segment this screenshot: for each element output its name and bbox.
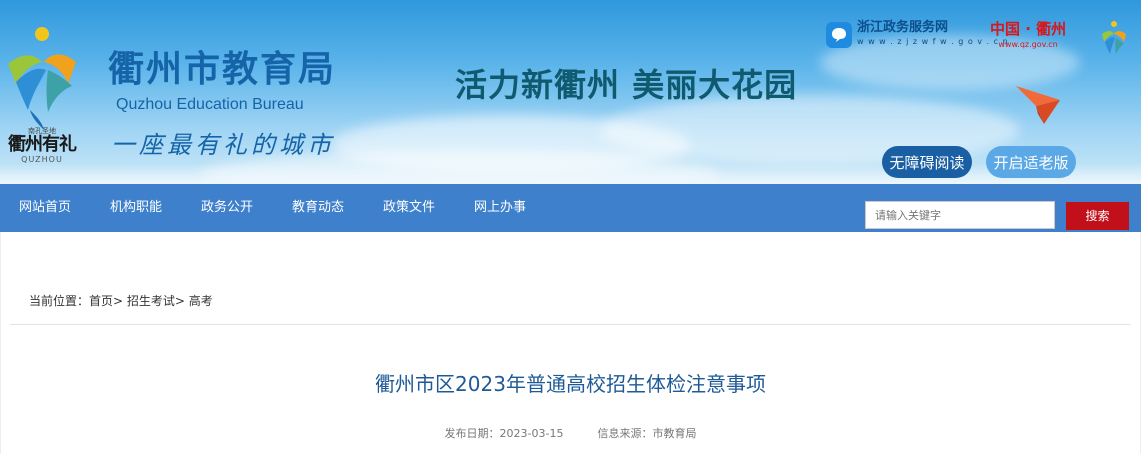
bureau-name-cn[interactable]: 衢州市教育局	[108, 48, 336, 92]
logo-en-text: QUZHOU	[21, 155, 63, 164]
quzhou-portal-url: www.qz.gov.cn	[998, 40, 1058, 49]
zjzw-portal-name: 浙江政务服务网	[857, 20, 949, 35]
breadcrumb-divider	[10, 324, 1131, 325]
publish-date: 发布日期：2023-03-15	[444, 427, 564, 440]
nav-item-online-services[interactable]: 网上办事	[474, 184, 526, 232]
quzhou-small-logo-icon[interactable]	[1100, 20, 1128, 58]
nav-item-gov-affairs[interactable]: 政务公开	[201, 184, 253, 232]
quzhou-portal-link[interactable]: 中国 · 衢州 www.qz.gov.cn	[990, 21, 1066, 53]
info-source: 信息来源：市教育局	[597, 427, 697, 440]
header-banner: 南孔圣地 衢州有礼 QUZHOU 衢州市教育局 Quzhou Education…	[0, 0, 1141, 184]
zjzw-portal-link[interactable]: 浙江政务服务网 w w w . z j z w f w . g o v . c …	[826, 21, 1009, 49]
logo-main-text: 衢州有礼	[8, 134, 77, 155]
accessibility-reading-button[interactable]: 无障碍阅读	[882, 146, 972, 178]
zjzw-portal-url: w w w . z j z w f w . g o v . c n	[857, 37, 1009, 46]
chat-bubble-icon	[832, 28, 846, 42]
nav-item-news[interactable]: 教育动态	[292, 184, 344, 232]
nav-item-home[interactable]: 网站首页	[19, 184, 71, 232]
zjzw-portal-icon	[826, 22, 852, 48]
search-input[interactable]	[865, 201, 1055, 229]
nav-item-policy[interactable]: 政策文件	[383, 184, 435, 232]
paper-plane-icon	[1016, 86, 1060, 124]
search-button[interactable]: 搜索	[1066, 202, 1129, 230]
logo-caption: 南孔圣地 衢州有礼 QUZHOU	[0, 127, 84, 164]
city-slogan: 一座最有礼的城市	[111, 131, 335, 159]
article-meta: 发布日期：2023-03-15 信息来源：市教育局	[0, 425, 1141, 441]
bureau-name-en: Quzhou Education Bureau	[116, 96, 304, 113]
elder-mode-button[interactable]: 开启适老版	[986, 146, 1076, 178]
banner-tagline: 活力新衢州 美丽大花园	[455, 66, 798, 104]
quzhou-portal-name: 中国 · 衢州	[990, 20, 1067, 38]
nav-item-functions[interactable]: 机构职能	[110, 184, 162, 232]
article-title: 衢州市区2023年普通高校招生体检注意事项	[375, 372, 766, 396]
breadcrumb[interactable]: 当前位置：首页> 招生考试> 高考	[29, 292, 213, 309]
content-area	[0, 232, 1141, 454]
quzhou-youli-logo-icon[interactable]	[2, 24, 82, 134]
